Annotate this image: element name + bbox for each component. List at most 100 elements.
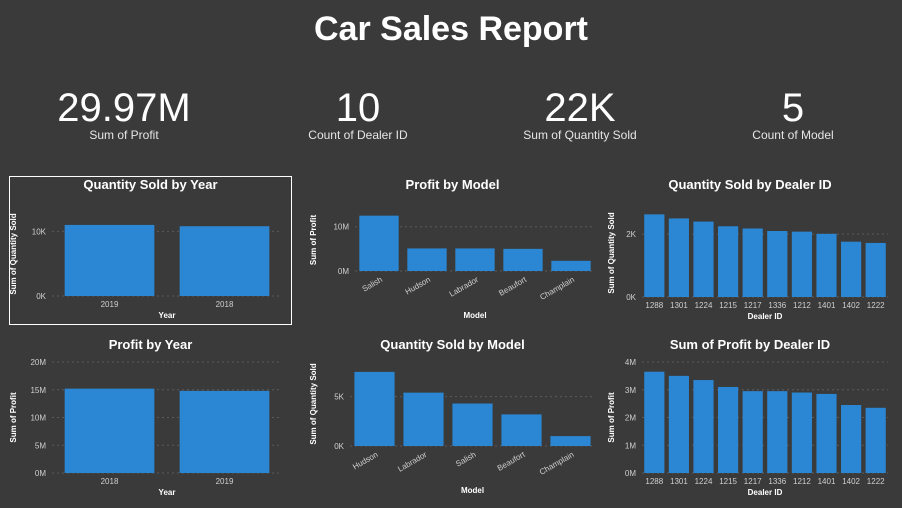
chart-svg: 0K 5K Hudson Labrador Salish Beaufort Champlai… xyxy=(309,363,595,495)
y-tick-label: 2K xyxy=(626,230,636,239)
chart-svg: 0M 10M Salish Hudson Labrador Beaufort Champla… xyxy=(309,215,595,320)
bar-Hudson xyxy=(407,248,447,271)
x-axis-title: Year xyxy=(159,311,176,320)
bar-1401 xyxy=(816,393,837,473)
y-tick-label: 0M xyxy=(338,267,349,276)
x-tick-label: 1215 xyxy=(719,301,737,310)
bar-1215 xyxy=(718,226,739,297)
x-tick-label: Champlain xyxy=(538,450,576,477)
y-axis-title: Sum of Quantity Sold xyxy=(9,213,18,294)
x-axis-title: Model xyxy=(463,311,486,320)
x-axis-title: Model xyxy=(461,486,484,495)
bar-1336 xyxy=(767,391,788,473)
x-tick-label: 2018 xyxy=(101,477,119,486)
y-tick-label: 5K xyxy=(334,393,344,402)
bar-Beaufort xyxy=(501,414,542,446)
y-tick-label: 0M xyxy=(625,469,636,478)
x-tick-label: 1402 xyxy=(842,301,860,310)
y-axis-title: Sum of Profit xyxy=(9,392,18,443)
x-tick-label: 1222 xyxy=(867,477,885,486)
y-tick-label: 20M xyxy=(30,358,46,367)
bar-Champlain xyxy=(550,436,591,446)
bar-1215 xyxy=(718,386,739,473)
kpi-card-dealer-count[interactable]: 10 Count of Dealer ID xyxy=(258,86,458,142)
y-axis-title: Sum of Quantity Sold xyxy=(607,212,616,293)
x-tick-label: 1212 xyxy=(793,477,811,486)
x-tick-label: 1217 xyxy=(744,301,762,310)
bar-1402 xyxy=(841,241,862,297)
bar-1301 xyxy=(668,375,689,473)
bar-1401 xyxy=(816,233,837,297)
x-axis-title: Year xyxy=(159,488,176,497)
report-title: Car Sales Report xyxy=(314,10,588,48)
bar-2019 xyxy=(64,224,155,296)
bar-Labrador xyxy=(403,392,444,446)
y-tick-label: 4M xyxy=(625,358,636,367)
bar-Champlain xyxy=(551,260,591,271)
x-tick-label: 1224 xyxy=(695,477,713,486)
x-tick-label: Beaufort xyxy=(496,450,527,473)
kpi-label: Count of Model xyxy=(752,128,834,142)
x-tick-label: 1336 xyxy=(768,301,786,310)
bar-1336 xyxy=(767,231,788,297)
bar-1217 xyxy=(742,228,763,297)
y-tick-label: 1M xyxy=(625,441,636,450)
x-tick-label: 2019 xyxy=(101,300,119,309)
chart-quantity-by-model[interactable]: Quantity Sold by Model 0K 5K Hudson Labrado… xyxy=(305,337,600,502)
y-tick-label: 3M xyxy=(625,386,636,395)
y-axis-title: Sum of Quantity Sold xyxy=(309,363,318,444)
y-axis-title: Sum of Profit xyxy=(607,392,616,443)
x-tick-label: Hudson xyxy=(404,275,432,297)
chart-svg: 0M 5M 10M 15M 20M 2018 2019 Year Sum of Profit xyxy=(9,358,282,497)
bar-2018 xyxy=(179,226,270,296)
bar-1224 xyxy=(693,221,714,297)
x-tick-label: Salish xyxy=(361,275,384,294)
chart-quantity-by-dealer[interactable]: Quantity Sold by Dealer ID 0K 2K 1288 1301 1… xyxy=(606,177,894,324)
chart-profit-by-dealer[interactable]: Sum of Profit by Dealer ID 0M 1M 2M 3M 4M 128… xyxy=(606,337,894,502)
x-tick-label: 1402 xyxy=(842,477,860,486)
kpi-label: Sum of Quantity Sold xyxy=(523,128,637,142)
chart-svg: 0K 10K 2019 2018 Year Sum of Quantity Sold xyxy=(9,213,282,320)
bar-1301 xyxy=(668,218,689,297)
bar-1288 xyxy=(644,214,665,297)
bar-1224 xyxy=(693,380,714,473)
x-tick-label: Labrador xyxy=(448,275,481,299)
x-tick-label: 1401 xyxy=(818,477,836,486)
y-tick-label: 2M xyxy=(625,414,636,423)
kpi-value: 5 xyxy=(781,86,805,130)
y-axis-title: Sum of Profit xyxy=(309,215,318,266)
kpi-card-model-count[interactable]: 5 Count of Model xyxy=(693,86,893,142)
x-axis-title: Dealer ID xyxy=(748,312,783,321)
bar-1288 xyxy=(644,371,665,473)
x-tick-label: 1301 xyxy=(670,301,688,310)
bar-Hudson xyxy=(354,371,395,446)
chart-profit-by-year[interactable]: Profit by Year 0M 5M 10M 15M 20M 2018 2019 Year… xyxy=(9,337,291,502)
bar-1212 xyxy=(791,392,812,473)
bar-Salish xyxy=(359,215,399,271)
y-tick-label: 10M xyxy=(30,414,46,423)
bar-Beaufort xyxy=(503,248,543,271)
x-tick-label: 1222 xyxy=(867,301,885,310)
bar-2018 xyxy=(64,388,155,473)
x-tick-label: 1217 xyxy=(744,477,762,486)
bar-Salish xyxy=(452,403,493,446)
chart-quantity-by-year[interactable]: Quantity Sold by Year 0K 10K 2019 2018 Year S… xyxy=(9,176,292,325)
kpi-card-profit[interactable]: 29.97M Sum of Profit xyxy=(24,86,224,142)
chart-profit-by-model[interactable]: Profit by Model 0M 10M Salish Hudson Labrado… xyxy=(305,177,600,324)
x-tick-label: Beaufort xyxy=(497,275,528,298)
x-tick-label: Labrador xyxy=(396,450,429,474)
x-tick-label: 1336 xyxy=(768,477,786,486)
bar-2019 xyxy=(179,390,270,473)
kpi-card-quantity[interactable]: 22K Sum of Quantity Sold xyxy=(480,86,680,142)
x-tick-label: 2019 xyxy=(216,477,234,486)
y-tick-label: 10K xyxy=(32,227,47,236)
y-tick-label: 0K xyxy=(36,292,46,301)
bar-1212 xyxy=(791,231,812,297)
y-tick-label: 10M xyxy=(333,223,349,232)
y-tick-label: 0M xyxy=(35,469,46,478)
bar-1222 xyxy=(865,242,886,297)
x-tick-label: Hudson xyxy=(351,450,379,472)
y-tick-label: 5M xyxy=(35,441,46,450)
y-tick-label: 0K xyxy=(626,293,636,302)
chart-svg: 0K 2K 1288 1301 1224 1215 1217 1336 1212 1401 1402… xyxy=(607,212,888,321)
